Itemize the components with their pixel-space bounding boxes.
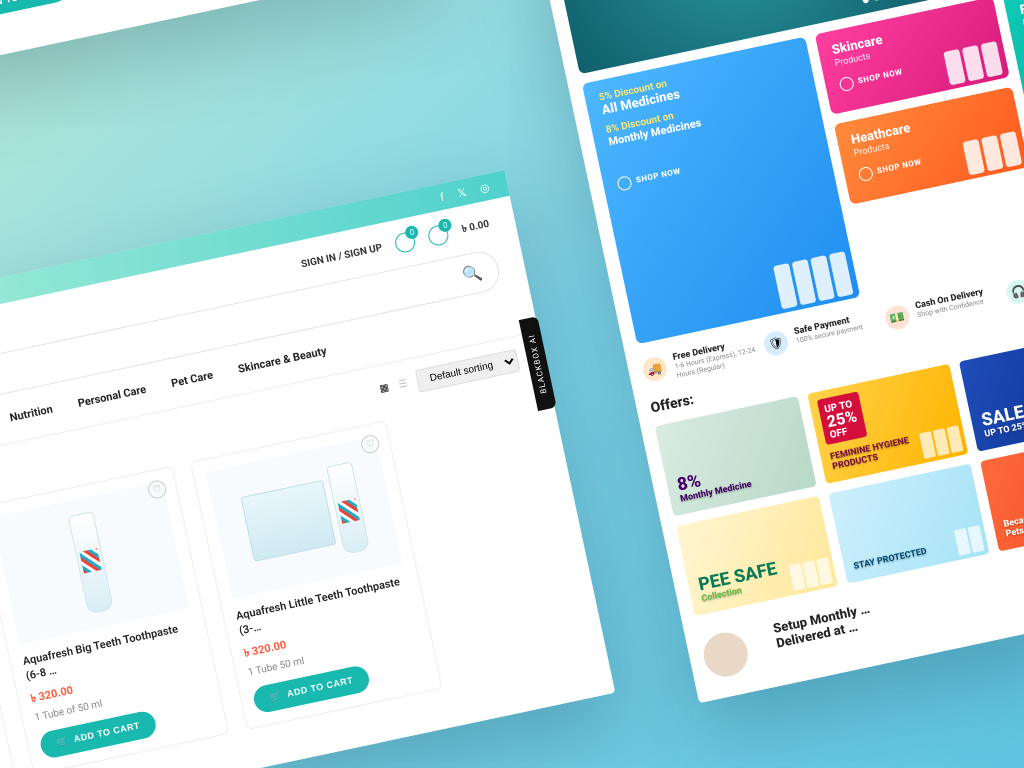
shop-panel: f 𝕏 ◎ SIGN IN / SIGN UP ৳ 0.00 🔍 Healthc… xyxy=(0,170,615,768)
promo-medicines[interactable]: 5% Discount on All Medicines 8% Discount… xyxy=(582,37,860,345)
twitter-icon[interactable]: 𝕏 xyxy=(456,185,467,200)
tile-products xyxy=(962,131,1022,175)
carousel-dots[interactable] xyxy=(862,0,891,4)
nav-item[interactable]: Skincare & Beauty xyxy=(237,344,328,375)
facebook-icon[interactable]: f xyxy=(439,190,445,204)
home-panel: ☰ All Categories ▾ Baby Care H A P P Y F… xyxy=(520,0,1024,703)
instagram-icon[interactable]: ◎ xyxy=(479,180,491,195)
shop-now-link[interactable]: SHOP NOW xyxy=(838,65,904,92)
cash-icon: 💵 xyxy=(883,303,911,331)
cart-balance: ৳ 0.00 xyxy=(460,216,491,238)
search-icon: 🔍 xyxy=(460,262,483,285)
tile-products xyxy=(773,251,854,309)
shop-now-link[interactable]: SHOP NOW xyxy=(857,155,923,182)
offer-card[interactable]: STAY PROTECTED xyxy=(828,464,989,584)
return-to-shop-button[interactable]: RETURN TO SHOP xyxy=(0,0,69,25)
cart-panel: …uble Milk Baby ৳ 264.00 - 1 + …5/40 Tab… xyxy=(0,0,444,94)
nav-item[interactable]: Nutrition xyxy=(9,403,54,425)
avatar xyxy=(700,629,752,681)
product-image xyxy=(68,511,114,614)
nav-item[interactable]: Pet Care xyxy=(170,369,214,391)
shield-icon: 🛡 xyxy=(762,329,790,357)
wishlist-icon[interactable] xyxy=(394,231,418,255)
truck-icon: 🚚 xyxy=(641,355,669,383)
offer-card[interactable]: UP TO25%OFFFEMININE HYGIENE PRODUCTS xyxy=(807,364,968,484)
cart-icon[interactable] xyxy=(427,223,451,247)
discount-badge: UP TO25%OFF xyxy=(816,392,867,445)
offer-card[interactable]: 8%Monthly Medicine xyxy=(655,396,816,516)
grid-view-icon[interactable]: ▦ xyxy=(379,382,391,395)
product-image xyxy=(240,480,336,562)
list-view-icon[interactable]: ☰ xyxy=(398,378,409,391)
shop-now-link[interactable]: SHOP NOW xyxy=(616,164,682,191)
auth-link[interactable]: SIGN IN / SIGN UP xyxy=(300,242,383,270)
offer-card[interactable]: PEE SAFECollection xyxy=(676,496,837,616)
headset-icon: 🎧 xyxy=(1004,278,1024,306)
tile-products xyxy=(943,41,1003,85)
offer-card[interactable]: SALEUP TO 25% xyxy=(959,332,1024,452)
product-card[interactable]: ♡ Aquafresh Big Teeth Toothpaste (6-8 … … xyxy=(0,466,229,768)
nav-item[interactable]: Personal Care xyxy=(77,383,148,410)
product-card[interactable]: ♡ Aquafresh Little Teeth Toothpaste (3-…… xyxy=(190,420,443,729)
